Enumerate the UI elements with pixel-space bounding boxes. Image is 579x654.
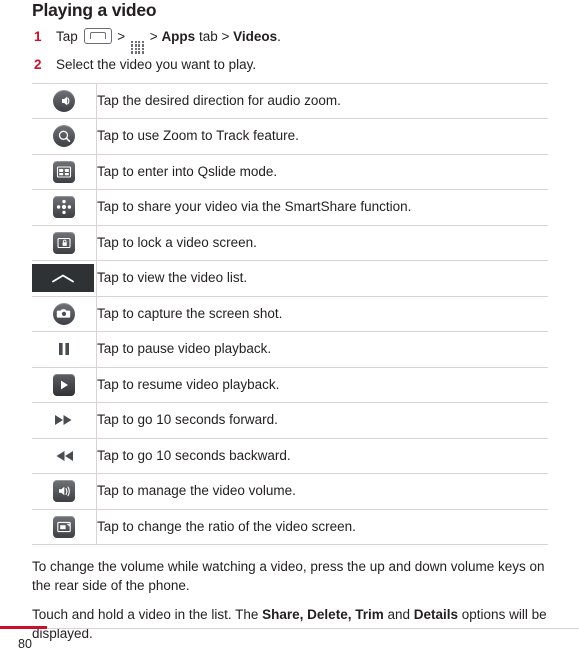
icon-description: Tap to use Zoom to Track feature.: [97, 128, 299, 144]
volume-icon: [53, 480, 75, 503]
table-row: Tap the desired direction for audio zoom…: [32, 83, 548, 119]
icon-description: Tap to resume video playback.: [97, 376, 280, 392]
step-1-text: Tap > > Apps tab > Videos.: [56, 28, 281, 54]
table-row: Tap to view the video list.: [32, 260, 548, 297]
step-2-text: Select the video you want to play.: [56, 56, 257, 72]
pause-icon: [53, 338, 75, 360]
icon-cell: [32, 331, 97, 368]
screen-lock-icon: [53, 231, 75, 254]
videos-app-label: Videos: [233, 29, 278, 44]
video-controls-table: Tap the desired direction for audio zoom…: [32, 83, 548, 546]
table-row: Tap to capture the screen shot.: [32, 296, 548, 332]
apps-tab-label: Apps: [161, 29, 196, 44]
icon-cell: [32, 260, 97, 297]
icon-cell: [32, 118, 97, 155]
icon-description: Tap to share your video via the SmartSha…: [97, 199, 412, 215]
steps-list: 1 Tap > > Apps tab > Videos. 2 Select th…: [32, 27, 548, 75]
page-number: 80: [18, 637, 32, 651]
apps-grid-icon: [130, 40, 145, 54]
play-icon: [53, 373, 75, 396]
table-row: Tap to share your video via the SmartSha…: [32, 189, 548, 226]
icon-description: Tap to view the video list.: [97, 270, 248, 286]
table-row: Tap to lock a video screen.: [32, 225, 548, 261]
table-row: Tap to resume video playback.: [32, 367, 548, 403]
icon-description: Tap to capture the screen shot.: [97, 305, 283, 321]
icon-cell: [32, 438, 97, 474]
table-row: Tap to enter into Qslide mode.: [32, 154, 548, 190]
footer-accent-bar: [0, 626, 47, 629]
table-row: Tap to go 10 seconds backward.: [32, 438, 548, 474]
aspect-ratio-icon: [53, 515, 75, 538]
icon-description: Tap to change the ratio of the video scr…: [97, 518, 356, 534]
qslide-icon: [53, 160, 75, 183]
icon-cell: [32, 189, 97, 226]
icon-description: Tap to lock a video screen.: [97, 234, 257, 250]
icon-cell: [32, 367, 97, 403]
smartshare-icon: [53, 196, 75, 219]
rewind-icon: [52, 445, 76, 467]
screen-capture-icon: [53, 302, 75, 325]
page-title: Playing a video: [32, 0, 157, 20]
fast-forward-icon: [52, 409, 76, 431]
audio-zoom-icon: [53, 89, 75, 112]
step-2: 2 Select the video you want to play.: [32, 55, 548, 75]
icon-cell: [32, 83, 97, 119]
icon-description: Tap the desired direction for audio zoom…: [97, 92, 341, 108]
table-row: Tap to use Zoom to Track feature.: [32, 118, 548, 155]
table-row: Tap to manage the video volume.: [32, 473, 548, 510]
footer-rule: [0, 628, 579, 629]
table-row: Tap to pause video playback.: [32, 331, 548, 368]
icon-cell: [32, 154, 97, 190]
page-footer: 80: [0, 610, 579, 654]
icon-cell: [32, 473, 97, 510]
table-row: Tap to go 10 seconds forward.: [32, 402, 548, 439]
icon-description: Tap to manage the video volume.: [97, 483, 296, 499]
zoom-to-track-icon: [53, 125, 75, 148]
icon-cell: [32, 509, 97, 545]
icon-description: Tap to enter into Qslide mode.: [97, 163, 278, 179]
icon-description: Tap to go 10 seconds backward.: [97, 447, 291, 463]
icon-cell: [32, 225, 97, 261]
page-content: Playing a video 1 Tap > > Apps tab > Vid…: [32, 0, 548, 643]
home-key-icon: [83, 28, 112, 44]
table-row: Tap to change the ratio of the video scr…: [32, 509, 548, 545]
icon-cell: [32, 296, 97, 332]
volume-note-paragraph: To change the volume while watching a vi…: [32, 559, 545, 594]
step-1: 1 Tap > > Apps tab > Videos.: [32, 27, 548, 54]
manual-page: Playing a video 1 Tap > > Apps tab > Vid…: [0, 0, 579, 654]
step-1-number: 1: [34, 29, 42, 44]
icon-cell: [32, 402, 97, 439]
video-list-chevron-icon: [32, 264, 94, 293]
icon-description: Tap to go 10 seconds forward.: [97, 412, 278, 428]
step-2-number: 2: [34, 56, 42, 72]
icon-description: Tap to pause video playback.: [97, 341, 272, 357]
